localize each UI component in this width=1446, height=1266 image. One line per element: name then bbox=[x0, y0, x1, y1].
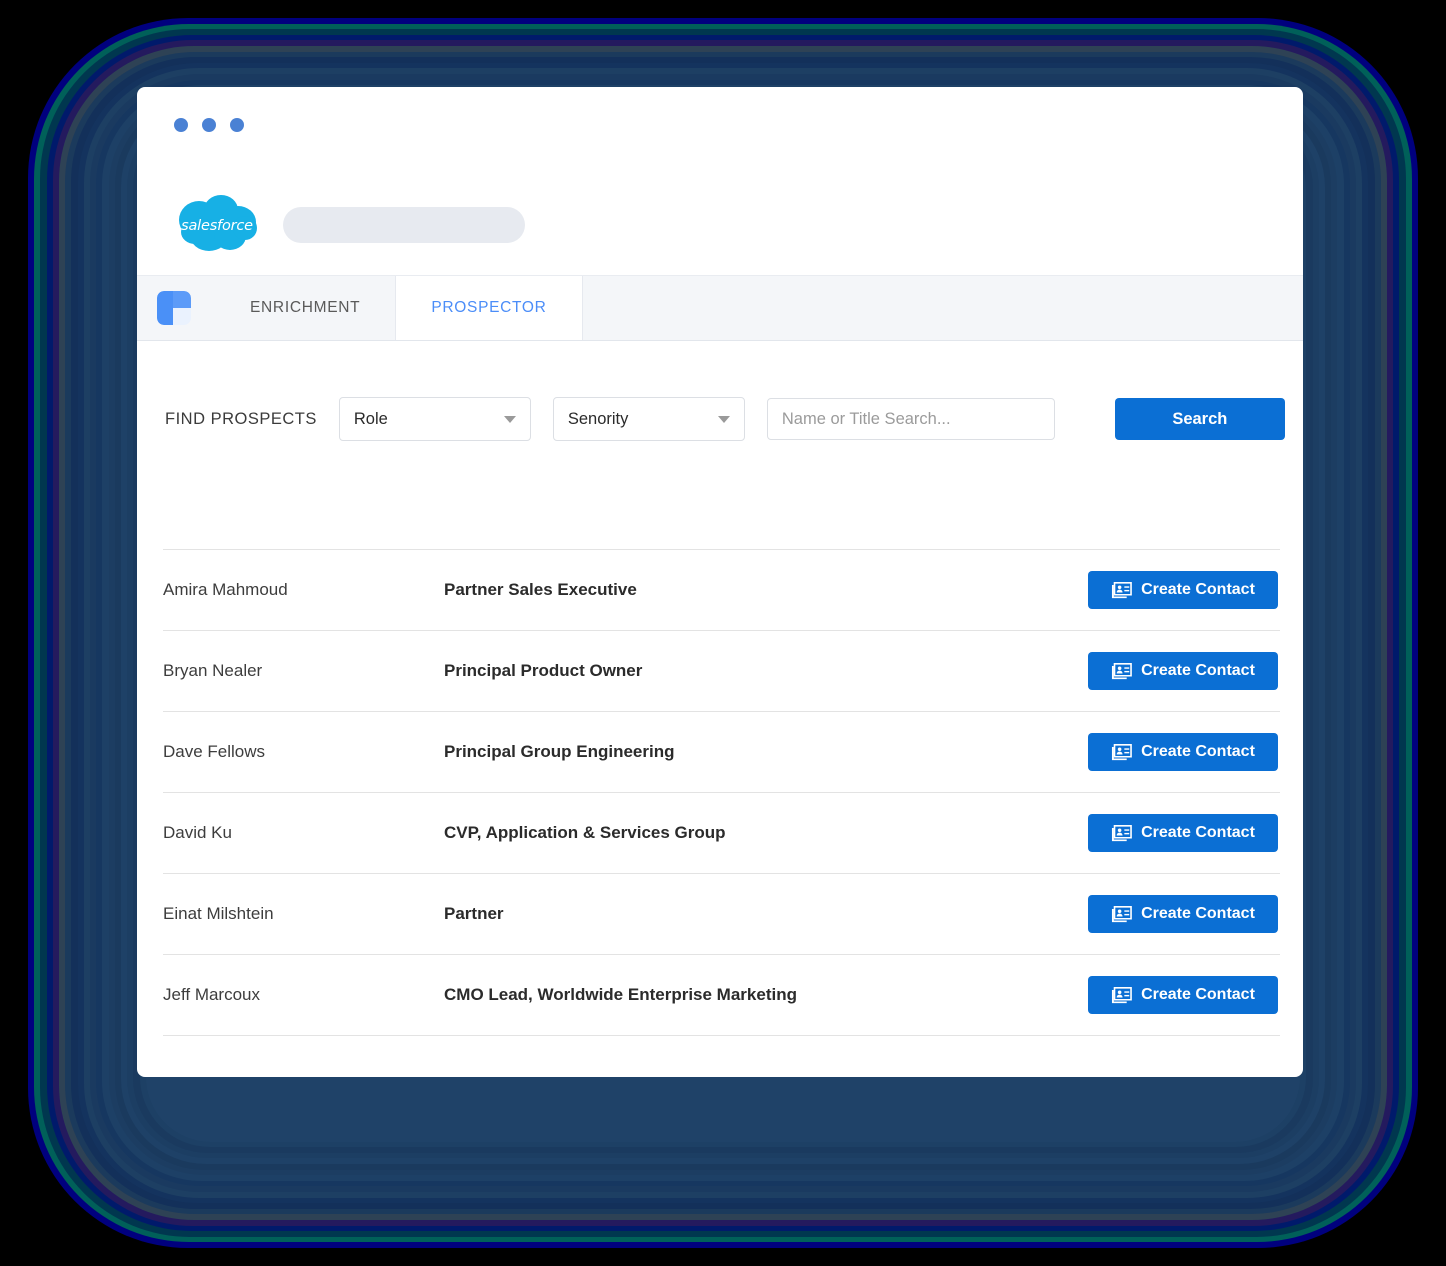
table-row: Amira Mahmoud Partner Sales Executive Crea… bbox=[163, 549, 1280, 631]
prospect-name: David Ku bbox=[163, 823, 232, 842]
create-contact-label: Create Contact bbox=[1141, 662, 1255, 679]
create-contact-label: Create Contact bbox=[1141, 986, 1255, 1003]
prospect-title: Partner bbox=[444, 904, 504, 923]
name-or-title-search-input[interactable] bbox=[766, 398, 1055, 440]
create-contact-button[interactable]: Create Contact bbox=[1088, 895, 1278, 933]
prospect-title: Principal Product Owner bbox=[444, 661, 643, 680]
prospect-name: Dave Fellows bbox=[163, 742, 266, 761]
contact-card-icon bbox=[1112, 743, 1132, 760]
prospect-name: Jeff Marcoux bbox=[163, 985, 261, 1004]
tab-prospector[interactable]: PROSPECTOR bbox=[396, 276, 583, 340]
contact-card-icon bbox=[1112, 905, 1132, 922]
omnibar-placeholder[interactable] bbox=[283, 207, 525, 243]
window-dot-3[interactable] bbox=[230, 118, 244, 132]
salesforce-cloud-logo: salesforce bbox=[175, 194, 259, 256]
window-dot-1[interactable] bbox=[174, 118, 188, 132]
create-contact-button[interactable]: Create Contact bbox=[1088, 814, 1278, 852]
contact-card-icon bbox=[1112, 986, 1132, 1003]
find-prospects-label: FIND PROSPECTS bbox=[165, 409, 317, 428]
contact-card-icon bbox=[1112, 824, 1132, 841]
table-row: Jeff Marcoux CMO Lead, Worldwide Enterpri… bbox=[163, 955, 1280, 1036]
tab-strip: ENRICHMENT PROSPECTOR bbox=[137, 275, 1303, 341]
role-select[interactable]: Role bbox=[338, 397, 531, 441]
prospect-results-list: Amira Mahmoud Partner Sales Executive Crea… bbox=[163, 549, 1280, 1036]
find-prospects-toolbar: FIND PROSPECTS Role Senority Search bbox=[137, 339, 1303, 499]
create-contact-label: Create Contact bbox=[1141, 824, 1255, 841]
prospect-title: Partner Sales Executive bbox=[444, 580, 637, 599]
window-dot-2[interactable] bbox=[202, 118, 216, 132]
salesforce-wordmark: salesforce bbox=[181, 218, 253, 234]
prospect-name: Amira Mahmoud bbox=[163, 580, 288, 599]
window-controls bbox=[174, 118, 244, 132]
prospect-title: Principal Group Engineering bbox=[444, 742, 675, 761]
chevron-down-icon bbox=[717, 415, 730, 423]
seniority-select-value: Senority bbox=[567, 409, 629, 428]
search-button[interactable]: Search bbox=[1114, 398, 1285, 440]
role-select-value: Role bbox=[353, 409, 388, 428]
contact-card-icon bbox=[1112, 662, 1132, 679]
create-contact-label: Create Contact bbox=[1141, 905, 1255, 922]
contact-card-icon bbox=[1112, 581, 1132, 598]
create-contact-button[interactable]: Create Contact bbox=[1088, 652, 1278, 690]
prospect-title: CMO Lead, Worldwide Enterprise Marketing bbox=[444, 985, 797, 1004]
create-contact-label: Create Contact bbox=[1141, 581, 1255, 598]
prospect-title: CVP, Application & Services Group bbox=[444, 823, 726, 842]
tab-enrichment-label: ENRICHMENT bbox=[250, 299, 361, 316]
tab-enrichment[interactable]: ENRICHMENT bbox=[215, 276, 397, 340]
table-row: Dave Fellows Principal Group Engineering C… bbox=[163, 712, 1280, 793]
tab-prospector-label: PROSPECTOR bbox=[431, 299, 547, 316]
create-contact-button[interactable]: Create Contact bbox=[1088, 733, 1278, 771]
prospector-app-icon bbox=[157, 291, 191, 325]
table-row: David Ku CVP, Application & Services Grou… bbox=[163, 793, 1280, 874]
prospect-name: Bryan Nealer bbox=[163, 661, 263, 680]
create-contact-label: Create Contact bbox=[1141, 743, 1255, 760]
table-row: Einat Milshtein Partner Create Contact bbox=[163, 874, 1280, 955]
app-logo-tab-slot bbox=[137, 276, 215, 340]
salesforce-header: salesforce bbox=[137, 175, 1303, 275]
chevron-down-icon bbox=[503, 415, 516, 423]
seniority-select[interactable]: Senority bbox=[552, 397, 745, 441]
create-contact-button[interactable]: Create Contact bbox=[1088, 976, 1278, 1014]
screenshot-stage: salesforce ENRICHMENT PROSPECTOR FIND PR… bbox=[0, 0, 1446, 1266]
app-window-card: salesforce ENRICHMENT PROSPECTOR FIND PR… bbox=[137, 87, 1303, 1077]
prospect-name: Einat Milshtein bbox=[163, 904, 274, 923]
create-contact-button[interactable]: Create Contact bbox=[1088, 571, 1278, 609]
table-row: Bryan Nealer Principal Product Owner Creat… bbox=[163, 631, 1280, 712]
